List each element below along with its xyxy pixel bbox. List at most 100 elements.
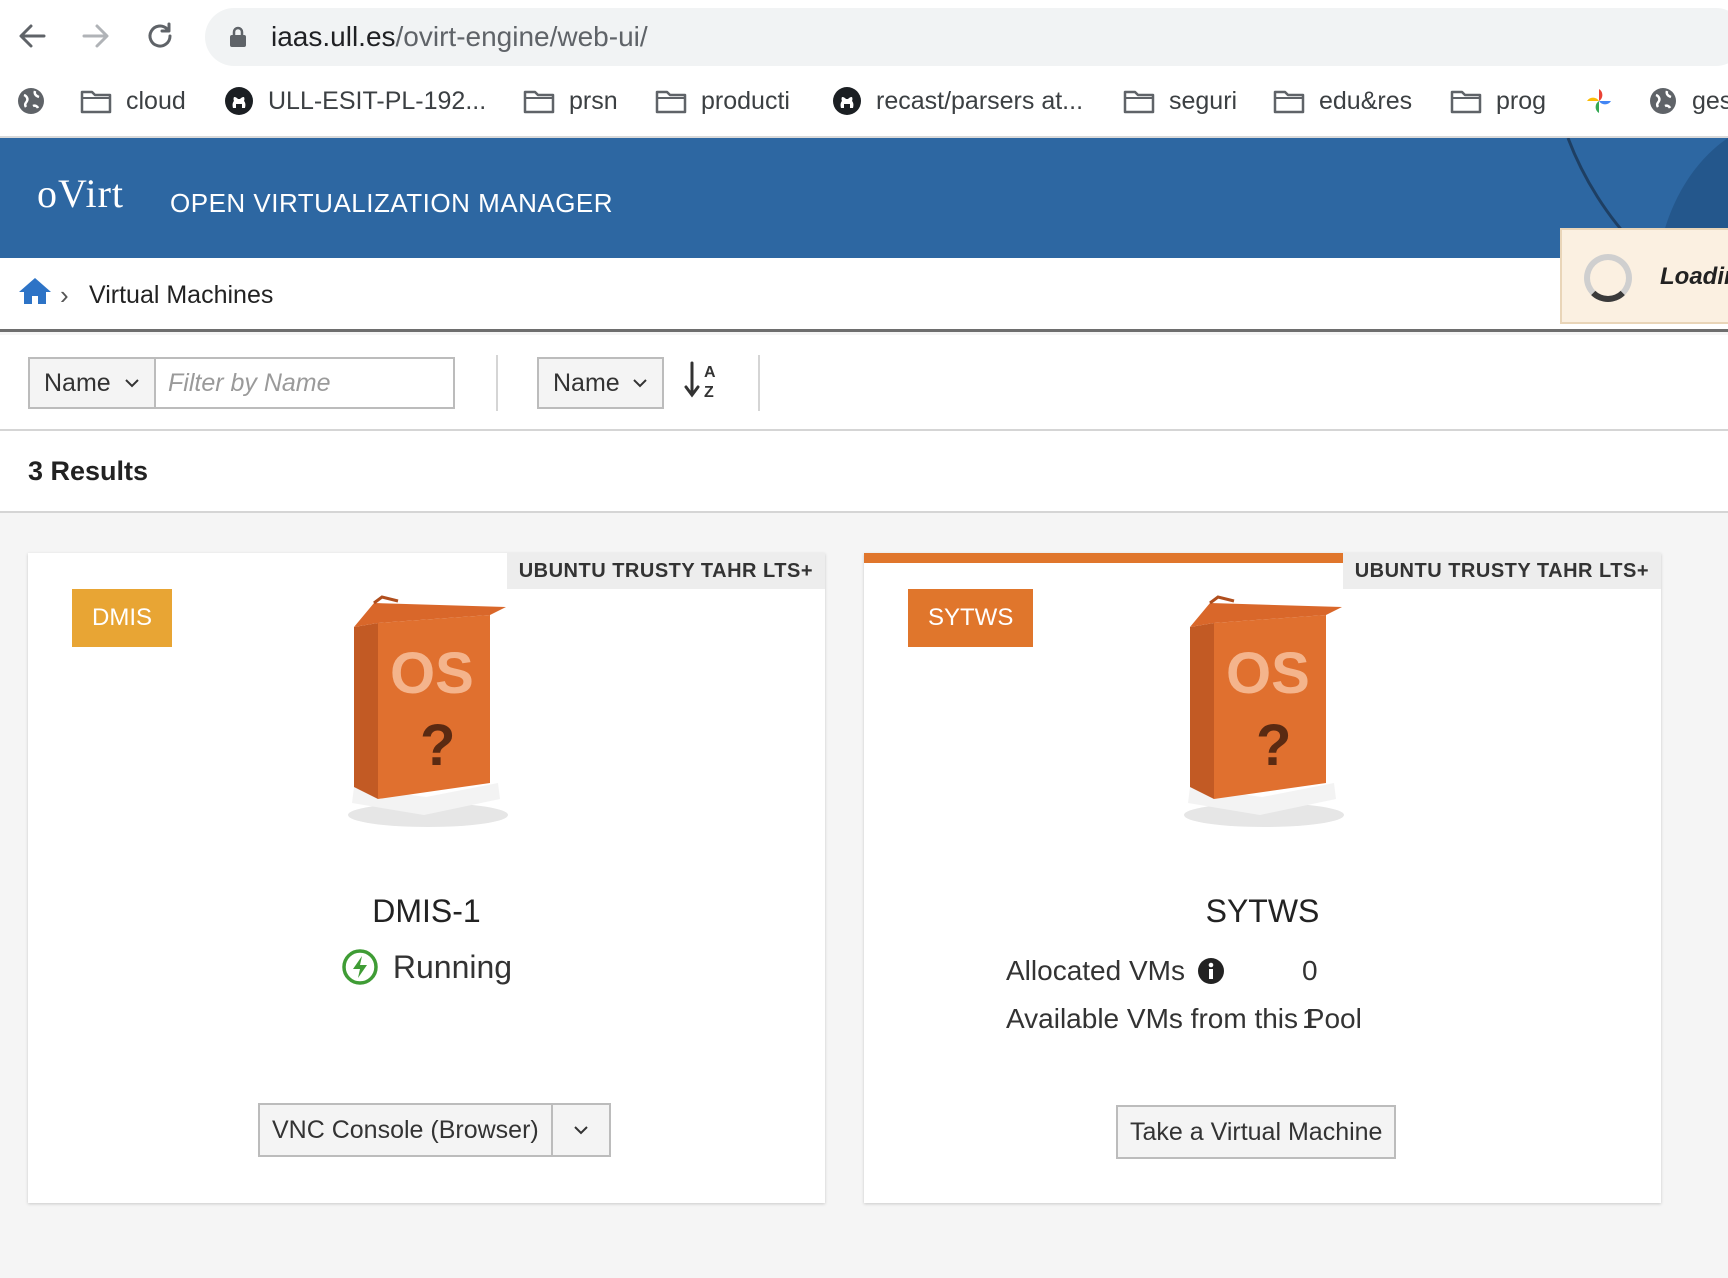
browser-toolbar: iaas.ull.es/ovirt-engine/web-ui/ (0, 0, 1728, 74)
svg-text:?: ? (420, 713, 455, 778)
allocated-vms-label: Allocated VMs (1006, 955, 1225, 987)
results-bar: 3 Results (0, 431, 1728, 513)
toolbar-divider (496, 355, 498, 411)
browser-chrome: iaas.ull.es/ovirt-engine/web-ui/ cloud U… (0, 0, 1728, 138)
cluster-badge: SYTWS (908, 589, 1034, 647)
bookmark-label: edu&res (1319, 86, 1413, 115)
reload-button[interactable] (136, 12, 184, 60)
pinwheel-icon (1587, 89, 1611, 113)
vm-status-text: Running (392, 948, 513, 985)
ovirt-logo[interactable]: oVirt (37, 170, 124, 217)
bookmark-label: producti (701, 86, 790, 115)
pool-name[interactable]: SYTWS (864, 893, 1661, 930)
svg-text:OS: OS (1226, 641, 1310, 706)
sort-alpha-asc-icon[interactable]: A Z (684, 359, 720, 403)
bookmark-edu-res[interactable]: edu&res (1273, 78, 1412, 124)
bookmark-label: ULL-ESIT-PL-192... (268, 86, 487, 115)
folder-icon (1123, 90, 1155, 114)
home-icon[interactable] (18, 276, 52, 306)
github-icon (225, 87, 253, 115)
console-options-toggle[interactable] (553, 1105, 609, 1155)
toolbar-divider (758, 355, 760, 411)
folder-icon (1273, 90, 1305, 114)
power-on-icon (342, 949, 378, 985)
vm-status: Running (28, 948, 825, 986)
bookmark-cloud[interactable]: cloud (80, 78, 186, 124)
address-bar[interactable]: iaas.ull.es/ovirt-engine/web-ui/ (205, 8, 1728, 66)
bookmark-recast[interactable]: recast/parsers at... (832, 78, 1083, 124)
os-tag: UBUNTU TRUSTY TAHR LTS+ (1342, 553, 1661, 589)
take-vm-button[interactable]: Take a Virtual Machine (1116, 1105, 1397, 1159)
breadcrumb: › Virtual Machines (0, 258, 1728, 332)
bookmark-ges[interactable]: ges (1648, 78, 1728, 124)
arrow-left-icon (19, 24, 46, 48)
arrow-right-icon (82, 24, 109, 48)
globe-icon (18, 88, 44, 114)
filter-field-select[interactable]: Name (28, 357, 156, 409)
bookmark-label: prsn (569, 86, 618, 115)
reload-icon (148, 22, 172, 48)
svg-text:?: ? (1256, 713, 1291, 778)
url-text: iaas.ull.es/ovirt-engine/web-ui/ (271, 21, 648, 53)
svg-text:Z: Z (704, 384, 714, 401)
bookmark-seguri[interactable]: seguri (1123, 78, 1237, 124)
bookmark-prsn[interactable]: prsn (523, 78, 618, 124)
chevron-down-icon (633, 379, 647, 388)
lock-icon (230, 26, 246, 47)
results-count: 3 Results (28, 456, 149, 486)
app-header: oVirt OPEN VIRTUALIZATION MANAGER (0, 138, 1728, 258)
folder-icon (523, 90, 555, 114)
pool-card[interactable]: UBUNTU TRUSTY TAHR LTS+ SYTWS OS ? SYTWS… (864, 553, 1661, 1203)
bookmark-globe[interactable] (16, 78, 46, 124)
loading-notification: Loadin (1560, 228, 1728, 324)
bookmark-label: cloud (126, 86, 186, 115)
folder-icon (1450, 90, 1482, 114)
bookmarks-bar: cloud ULL-ESIT-PL-192... prsn producti r… (0, 78, 1728, 124)
svg-text:A: A (704, 364, 716, 381)
url-host: iaas.ull.es (271, 21, 396, 52)
app-title: OPEN VIRTUALIZATION MANAGER (170, 188, 614, 218)
forward-button[interactable] (72, 12, 120, 60)
row-label: Allocated VMs (1006, 955, 1185, 986)
vm-name[interactable]: DMIS-1 (28, 893, 825, 930)
bookmark-producti[interactable]: producti (655, 78, 790, 124)
os-tag: UBUNTU TRUSTY TAHR LTS+ (506, 553, 825, 589)
console-split-button: VNC Console (Browser) (258, 1103, 611, 1157)
bookmark-ull-esit[interactable]: ULL-ESIT-PL-192... (224, 78, 486, 124)
available-vms-value: 1 (1302, 1003, 1318, 1034)
chevron-down-icon (574, 1126, 588, 1135)
bookmark-prog[interactable]: prog (1450, 78, 1546, 124)
svg-text:OS: OS (390, 641, 474, 706)
info-icon[interactable] (1197, 957, 1225, 985)
pool-accent-bar (864, 553, 1360, 563)
vnc-console-button[interactable]: VNC Console (Browser) (260, 1105, 553, 1155)
bookmark-photos[interactable] (1584, 78, 1614, 124)
filter-field-label: Name (44, 368, 111, 397)
filter-toolbar: Name Name A Z (0, 335, 1728, 431)
bookmark-label: ges (1692, 86, 1728, 115)
globe-icon (1650, 88, 1676, 114)
cluster-badge: DMIS (72, 589, 172, 647)
bookmark-label: seguri (1169, 86, 1238, 115)
vm-card[interactable]: UBUNTU TRUSTY TAHR LTS+ DMIS OS ? DMIS-1… (28, 553, 825, 1203)
back-button[interactable] (8, 12, 56, 60)
spinner-icon (1584, 254, 1632, 302)
allocated-vms-value: 0 (1302, 955, 1318, 986)
chevron-right-icon: › (60, 280, 69, 310)
folder-icon (655, 90, 687, 114)
chevron-down-icon (125, 379, 139, 388)
os-unknown-icon: OS ? (348, 595, 508, 827)
sort-field-label: Name (553, 368, 620, 397)
bookmark-label: prog (1496, 86, 1547, 115)
url-path: /ovirt-engine/web-ui/ (395, 21, 648, 52)
allocated-vms-row: Allocated VMs 0 (1006, 955, 1526, 987)
available-vms-row: Available VMs from this Pool 1 (1006, 1003, 1526, 1035)
breadcrumb-current: Virtual Machines (89, 281, 274, 309)
loading-text: Loadin (1660, 263, 1728, 290)
sort-field-select[interactable]: Name (537, 357, 664, 409)
folder-icon (80, 90, 112, 114)
os-unknown-icon: OS ? (1184, 595, 1344, 827)
filter-input[interactable] (154, 357, 455, 409)
bookmark-label: recast/parsers at... (876, 86, 1084, 115)
github-icon (833, 87, 861, 115)
